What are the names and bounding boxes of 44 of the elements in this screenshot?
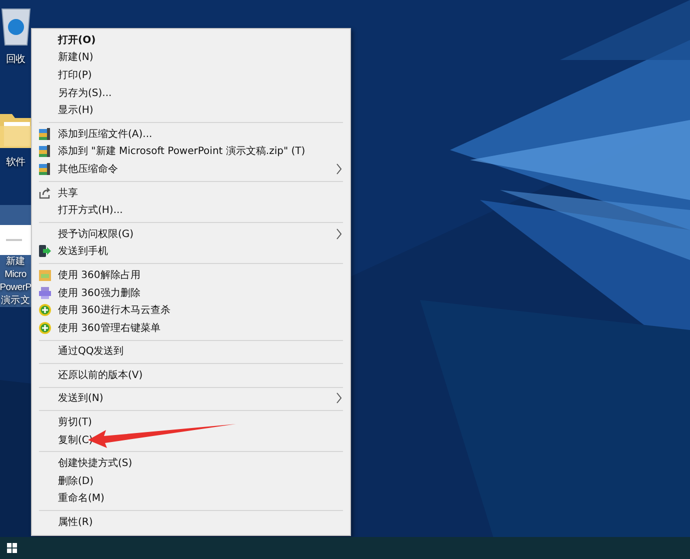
desktop-icon[interactable]: 回收: [0, 5, 31, 66]
plus-badge-icon: [39, 322, 51, 334]
icon-label: 演示文: [0, 294, 30, 307]
menu-item[interactable]: 使用 360解除占用: [32, 266, 350, 284]
chevron-right-icon: [336, 392, 342, 404]
menu-item[interactable]: 删除(D): [32, 472, 350, 490]
icon-label: Micro: [4, 268, 26, 281]
menu-item[interactable]: 打印(P): [32, 66, 350, 84]
menu-item[interactable]: 通过QQ发送到: [32, 342, 350, 360]
menu-item[interactable]: 新建(N): [32, 48, 350, 66]
desktop-icon[interactable]: 软件: [0, 108, 31, 169]
menu-item[interactable]: 使用 360强力删除: [32, 284, 350, 302]
menu-item[interactable]: 属性(R): [32, 513, 350, 531]
phone-icon: [39, 245, 51, 258]
menu-item[interactable]: 其他压缩命令: [32, 160, 350, 178]
menu-item[interactable]: 使用 360进行木马云查杀: [32, 301, 350, 319]
archive-icon: [39, 145, 51, 158]
menu-item[interactable]: 另存为(S)...: [32, 84, 350, 102]
menu-item[interactable]: 发送到手机: [32, 242, 350, 260]
menu-item[interactable]: 剪切(T): [32, 413, 350, 431]
chevron-right-icon: [336, 228, 342, 240]
icon-label: PowerP: [0, 281, 32, 294]
archive-icon: [39, 162, 51, 175]
icon-label: 回收: [6, 53, 26, 66]
menu-item[interactable]: 还原以前的版本(V): [32, 366, 350, 384]
plus-badge-icon: [39, 304, 51, 316]
menu-item[interactable]: 打开方式(H)...: [32, 201, 350, 219]
icon-label: 软件: [6, 156, 26, 169]
menu-item[interactable]: 创建快捷方式(S): [32, 454, 350, 472]
menu-item[interactable]: 使用 360管理右键菜单: [32, 318, 350, 336]
menu-item[interactable]: 显示(H): [32, 101, 350, 119]
menu-item[interactable]: 添加到压缩文件(A)...: [32, 124, 350, 143]
menu-item[interactable]: 共享: [32, 184, 350, 202]
menu-item[interactable]: 添加到 "新建 Microsoft PowerPoint 演示文稿.zip" (T): [32, 142, 350, 160]
desktop-icon[interactable]: 新建 Micro PowerP 演示文: [0, 205, 31, 307]
share-icon: [39, 186, 51, 199]
windows-logo-icon[interactable]: [7, 543, 17, 553]
chevron-right-icon: [336, 162, 342, 175]
menu-item[interactable]: 重命名(M): [32, 490, 350, 508]
menu-item[interactable]: 授予访问权限(G): [32, 224, 350, 243]
icon-label: 新建: [6, 255, 26, 268]
archive-icon: [39, 128, 51, 140]
menu-item[interactable]: 发送到(N): [32, 390, 350, 408]
menu-item[interactable]: 打开(O): [32, 31, 350, 49]
